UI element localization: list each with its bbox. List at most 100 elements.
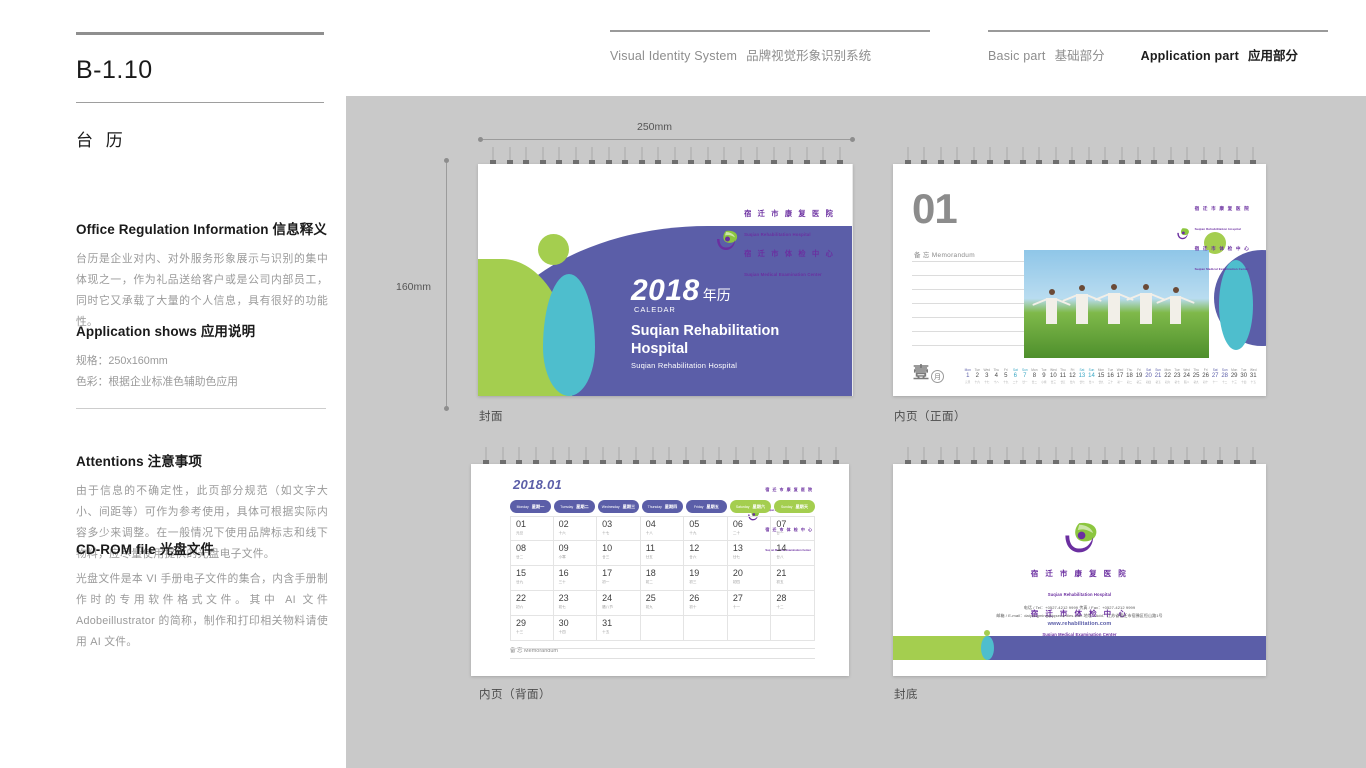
day-strip-number: 19 xyxy=(1135,373,1143,380)
cover-green-dot xyxy=(538,234,569,265)
section-office-heading-cn: 信息释义 xyxy=(272,222,327,237)
calendar-lunar-label: 十七 xyxy=(602,530,610,535)
day-strip-item: Sun 28 十二 xyxy=(1220,368,1230,384)
day-strip-lunar: 十五 xyxy=(1250,380,1256,384)
dimension-width-line xyxy=(480,139,852,140)
calendar-day-cell: 30 十四 xyxy=(553,616,598,641)
calendar-day-number: 12 xyxy=(689,543,700,553)
day-strip-number: 1 xyxy=(966,373,970,380)
calendar-lunar-label: 十四 xyxy=(558,629,566,634)
back-cover-tel: 电话 / Tel：+0527-4212 9999 传真 / Fax：+0527-… xyxy=(1023,605,1136,610)
calendar-weekday-pill: Monday 星期一 xyxy=(510,500,551,513)
day-strip-number: 4 xyxy=(994,373,998,380)
calendar-day-number: 06 xyxy=(732,519,743,529)
calendar-lunar-label: 腊八节 xyxy=(602,604,613,609)
weekday-en: Monday xyxy=(516,504,529,509)
calendar-day-cell: 19 初三 xyxy=(684,566,728,591)
calendar-lunar-label: 初一 xyxy=(602,579,610,584)
calendar-day-cell: 04 十八 xyxy=(640,516,685,541)
day-strip-lunar: 初三 xyxy=(1136,380,1142,384)
caption-back-cover: 封底 xyxy=(894,689,918,701)
day-strip-lunar: 二十 xyxy=(1012,380,1018,384)
header-rule-right xyxy=(988,30,1328,32)
weekday-cn: 星期四 xyxy=(664,503,678,509)
day-strip-number: 30 xyxy=(1240,373,1248,380)
calendar-day-cell: 01 元旦 xyxy=(510,516,554,541)
inner-back-memo-lines xyxy=(510,648,815,668)
day-strip-number: 12 xyxy=(1069,373,1076,380)
page-title: 台 历 xyxy=(76,131,127,150)
day-strip-lunar: 初九 xyxy=(1193,380,1199,384)
day-strip-lunar: 初十 xyxy=(1203,380,1209,384)
calendar-day-number: 14 xyxy=(776,543,787,553)
day-strip-item: Fri 12 廿六 xyxy=(1068,368,1078,384)
hospital-leaf-icon xyxy=(1175,227,1190,245)
day-strip-number: 5 xyxy=(1004,373,1008,380)
calendar-lunar-label: 廿六 xyxy=(689,554,697,559)
calendar-day-cell: 18 初二 xyxy=(640,566,685,591)
calendar-day-number: 18 xyxy=(645,568,656,578)
day-strip-lunar: 十四 xyxy=(1241,380,1247,384)
inner-front-month-number: 01 xyxy=(912,185,958,232)
inner-front-logo-text: 宿 迁 市 康 复 医 院 Suqian Rehabilitation Hosp… xyxy=(1195,196,1250,276)
calendar-day-cell: 28 十二 xyxy=(771,591,815,616)
weekday-cn: 星期天 xyxy=(795,503,809,509)
header-tab-application-part[interactable]: Application part 应用部分 xyxy=(1141,45,1298,64)
dimension-dot-width-end xyxy=(850,137,855,142)
calendar-weekday-pill: Saturday 星期六 xyxy=(730,500,771,513)
mockup-back-cover: 宿 迁 市 康 复 医 院 Suqian Rehabilitation Hosp… xyxy=(893,447,1266,676)
dimension-height-label: 160mm xyxy=(396,281,432,293)
logo-cn-line1: 宿 迁 市 康 复 医 院 xyxy=(744,209,835,218)
day-strip-number: 31 xyxy=(1249,373,1257,380)
calendar-day-cell: 06 二十 xyxy=(727,516,772,541)
calendar-lunar-label: 十一 xyxy=(732,604,741,609)
calendar-day-number: 11 xyxy=(645,543,656,553)
calendar-day-number: 15 xyxy=(516,568,527,578)
calendar-lunar-label: 初十 xyxy=(689,604,697,609)
header-vis-en: Visual Identity System xyxy=(610,49,738,63)
day-strip-lunar: 初一 xyxy=(1117,380,1123,384)
day-strip-lunar: 廿八 xyxy=(1088,380,1095,384)
calendar-day-cell: 26 初十 xyxy=(684,591,728,616)
cover-caledar-label: CALEDAR xyxy=(634,305,676,315)
calendar-day-cell: 22 初六 xyxy=(510,591,554,616)
inner-front-memo-label: 备 忘 Memorandum xyxy=(914,252,975,259)
calendar-day-number: 02 xyxy=(558,519,569,529)
calendar-lunar-label: 十五 xyxy=(602,629,610,634)
cover-year: 2018 xyxy=(631,274,700,308)
cover-text-block: 2018 年历 CALEDAR Suqian Rehabilitation Hos… xyxy=(631,274,831,370)
day-strip-item: Fri 5 十九 xyxy=(1001,368,1011,384)
day-strip-item: Tue 30 十四 xyxy=(1239,368,1249,384)
day-strip-lunar: 初五 xyxy=(1155,380,1161,384)
logo-en-line2: Suqian Medical Examination Center xyxy=(1194,267,1249,271)
back-cover-email: 邮箱 / E-mail：daiyongming@jqsecurities.com… xyxy=(996,612,1163,618)
day-strip-item: Wed 31 十五 xyxy=(1248,368,1258,384)
section-application-heading-en: Application shows xyxy=(76,324,197,339)
calendar-lunar-label: 初九 xyxy=(645,604,653,609)
calendar-weekday-pill: Thursday 星期四 xyxy=(642,500,683,513)
inner-front-seal-yue: 月 xyxy=(931,370,945,383)
calendar-lunar-label: 廿七 xyxy=(732,554,741,559)
calendar-day-cell: 11 廿五 xyxy=(640,541,685,566)
calendar-day-number: 10 xyxy=(602,543,613,553)
calendar-lunar-label: 初七 xyxy=(558,604,566,609)
day-strip-number: 6 xyxy=(1013,373,1017,380)
day-strip-lunar: 十一 xyxy=(1212,380,1218,384)
day-strip-item: Wed 17 初一 xyxy=(1115,368,1125,384)
calendar-day-cell: 10 廿三 xyxy=(597,541,641,566)
calendar-day-number: 31 xyxy=(602,618,613,628)
day-strip-item: Wed 3 十七 xyxy=(982,368,992,384)
header-tab-basic-part[interactable]: Basic part 基础部分 xyxy=(988,45,1105,64)
calendar-day-number: 20 xyxy=(732,568,743,578)
weekday-cn: 星期一 xyxy=(531,503,545,509)
weekday-en: Friday xyxy=(694,504,704,509)
calendar-day-cell: 03 十七 xyxy=(597,516,641,541)
cover-logo-text: 宿 迁 市 康 复 医 院 Suqian Rehabilitation Hosp… xyxy=(744,202,835,282)
calendar-day-number: 03 xyxy=(602,519,613,529)
calendar-day-number: 16 xyxy=(558,568,569,578)
cover-year-cn: 年历 xyxy=(702,287,731,304)
weekday-en: Tuesday xyxy=(560,504,574,509)
back-cover-website[interactable]: www.rehabilitation.com xyxy=(893,619,1266,629)
calendar-lunar-label: 十六 xyxy=(558,530,566,535)
section-application-heading: Application shows 应用说明 xyxy=(76,320,328,340)
